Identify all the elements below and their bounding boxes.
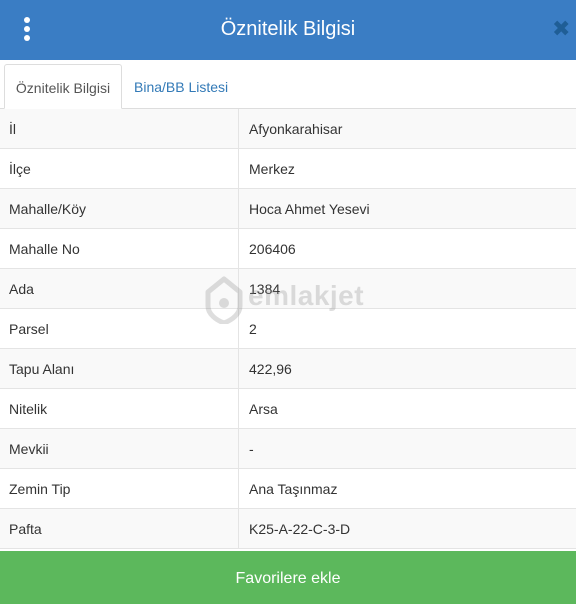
row-value: Ana Taşınmaz: [249, 481, 338, 497]
tab-oznitelik-bilgisi[interactable]: Öznitelik Bilgisi: [4, 64, 122, 109]
table-row: Mevkii -: [0, 429, 576, 469]
row-value: Merkez: [249, 161, 295, 177]
row-label: İlçe: [9, 161, 31, 177]
row-label: İl: [9, 121, 16, 137]
tab-bar: Öznitelik Bilgisi Bina/BB Listesi: [0, 60, 576, 109]
table-row: Nitelik Arsa: [0, 389, 576, 429]
row-value: 1384: [249, 281, 281, 297]
row-label: Ada: [9, 281, 34, 297]
header-bar: Öznitelik Bilgisi ✖: [0, 0, 576, 60]
close-icon[interactable]: ✖: [552, 16, 576, 44]
table-row: İlçe Merkez: [0, 149, 576, 189]
row-value: Afyonkarahisar: [249, 121, 343, 137]
table-row: Tapu Alanı 422,96: [0, 349, 576, 389]
row-value: 206406: [249, 241, 296, 257]
row-value: Hoca Ahmet Yesevi: [249, 201, 370, 217]
row-label: Mahalle No: [9, 241, 80, 257]
row-value: K25-A-22-C-3-D: [249, 521, 351, 537]
row-value: 422,96: [249, 361, 292, 377]
row-label: Zemin Tip: [9, 481, 71, 497]
row-label: Mahalle/Köy: [9, 201, 87, 217]
row-value: 2: [249, 321, 257, 337]
row-label: Parsel: [9, 321, 49, 337]
tab-bina-bb-listesi[interactable]: Bina/BB Listesi: [124, 64, 238, 109]
table-row: Mahalle/Köy Hoca Ahmet Yesevi: [0, 189, 576, 229]
table-row: İl Afyonkarahisar: [0, 109, 576, 149]
table-row: Pafta K25-A-22-C-3-D: [0, 509, 576, 549]
table-row: Parsel 2: [0, 309, 576, 349]
row-label: Mevkii: [9, 441, 49, 457]
row-value: -: [249, 441, 254, 457]
add-to-favorites-button[interactable]: Favorilere ekle: [0, 551, 576, 604]
table-row: Mahalle No 206406: [0, 229, 576, 269]
table-row: Zemin Tip Ana Taşınmaz: [0, 469, 576, 509]
row-label: Nitelik: [9, 401, 48, 417]
row-label: Tapu Alanı: [9, 361, 75, 377]
table-row: Ada 1384: [0, 269, 576, 309]
page-title: Öznitelik Bilgisi: [220, 18, 356, 40]
row-value: Arsa: [249, 401, 278, 417]
row-label: Pafta: [9, 521, 42, 537]
